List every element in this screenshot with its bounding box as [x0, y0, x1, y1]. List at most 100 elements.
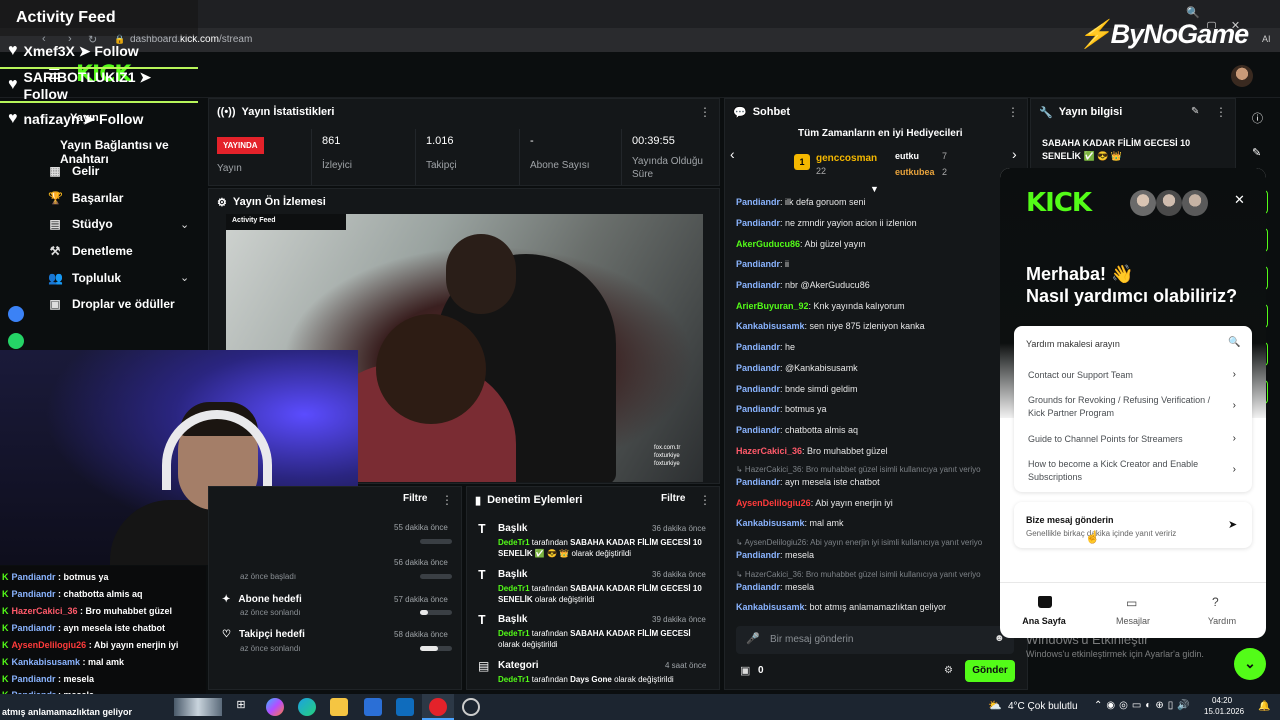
info-icon[interactable]: ⓘ: [1252, 110, 1263, 126]
chat-message[interactable]: Pandiandr: chatbotta almis aq: [736, 425, 858, 435]
chevron-right-icon[interactable]: ›: [1233, 433, 1236, 444]
notification-icon[interactable]: 🔔: [1258, 701, 1270, 712]
chat-message[interactable]: Pandiandr: @Kankabisusamk: [736, 363, 858, 373]
file-explorer-icon[interactable]: [330, 698, 348, 716]
prev-icon[interactable]: ‹: [730, 146, 735, 162]
home-icon[interactable]: [1038, 596, 1052, 608]
messenger-icon[interactable]: [8, 306, 24, 322]
close-icon[interactable]: ✕: [1234, 192, 1245, 208]
more-options-icon[interactable]: ⋮: [1215, 105, 1227, 119]
copilot-icon[interactable]: [266, 698, 284, 716]
chat-message[interactable]: Pandiandr: ii: [736, 259, 789, 269]
chevron-right-icon[interactable]: ›: [1233, 369, 1236, 380]
sidebar-item-moderation[interactable]: ⚒ Denetleme: [48, 244, 133, 258]
chevron-down-icon[interactable]: ⌄: [180, 218, 189, 231]
chat-username[interactable]: Kankabisusamk: [736, 602, 805, 612]
chat-username[interactable]: Pandiandr: [736, 582, 780, 592]
help-article-link[interactable]: Contact our Support Team: [1028, 369, 1228, 382]
goal-item[interactable]: ✦ Abone hedefi: [222, 594, 302, 605]
help-article-link[interactable]: How to become a Kick Creator and Enable …: [1028, 458, 1228, 484]
edit-icon[interactable]: ✎: [1191, 106, 1199, 117]
settings-icon[interactable]: ⚙: [944, 665, 953, 676]
sidebar-item-achievements[interactable]: 🏆 Başarılar: [48, 191, 123, 205]
store-icon[interactable]: [364, 698, 382, 716]
chat-username[interactable]: Pandiandr: [736, 550, 780, 560]
send-icon[interactable]: ➤: [1228, 518, 1237, 531]
chevron-down-icon[interactable]: ⌄: [1234, 648, 1266, 680]
app-icon[interactable]: [462, 698, 480, 716]
next-icon[interactable]: ›: [1012, 146, 1017, 162]
send-button[interactable]: Gönder: [965, 660, 1015, 682]
sidebar-item-revenue[interactable]: ▦ Gelir: [48, 164, 99, 178]
chat-message[interactable]: Kankabisusamk: bot atmış anlamamazlıktan…: [736, 602, 946, 612]
chat-message[interactable]: Pandiandr: ne zmndir yayion acion ii izl…: [736, 218, 917, 228]
chevron-right-icon[interactable]: ›: [1233, 464, 1236, 475]
task-view-icon[interactable]: ⊞: [232, 698, 250, 716]
chat-message[interactable]: Kankabisusamk: sen niye 875 izleniyon ka…: [736, 321, 925, 331]
goal-item[interactable]: ♡ Takipçi hedefi: [222, 629, 305, 640]
sidebar-item-studio[interactable]: ▤ Stüdyo: [48, 217, 112, 231]
chat-username[interactable]: Pandiandr: [736, 363, 780, 373]
chat-username[interactable]: Kankabisusamk: [736, 321, 805, 331]
help-icon[interactable]: ?: [1212, 595, 1219, 609]
outlook-icon[interactable]: [396, 698, 414, 716]
chat-message[interactable]: HazerCakici_36: Bro muhabbet güzel: [736, 446, 888, 456]
chat-message[interactable]: Kankabisusamk: mal amk: [736, 518, 844, 528]
chat-message[interactable]: ArierBuyuran_92: Knk yayında kalıyorum: [736, 301, 905, 311]
sidebar-item-community[interactable]: 👥 Topluluk: [48, 271, 121, 285]
chat-message[interactable]: Pandiandr: bnde simdi geldim: [736, 384, 858, 394]
chat-username[interactable]: Pandiandr: [736, 384, 780, 394]
more-options-icon[interactable]: ⋮: [699, 105, 711, 119]
gifter-name[interactable]: eutku: [895, 151, 919, 161]
chat-message[interactable]: Pandiandr: he: [736, 342, 795, 352]
tab-home[interactable]: Ana Sayfa: [1000, 616, 1088, 626]
chat-message[interactable]: Pandiandr: botmus ya: [736, 404, 827, 414]
chat-username[interactable]: AkerGuducu86: [736, 239, 800, 249]
chat-message[interactable]: Pandiandr: mesela: [736, 582, 814, 592]
chat-message[interactable]: Pandiandr: mesela: [736, 550, 814, 560]
help-article-link[interactable]: Guide to Channel Points for Streamers: [1028, 433, 1228, 446]
chevron-right-icon[interactable]: ›: [1233, 400, 1236, 411]
chat-message[interactable]: Pandiandr: ayn mesela iste chatbot: [736, 477, 880, 487]
tab-messages[interactable]: Mesajlar: [1089, 616, 1177, 626]
chat-username[interactable]: Kankabisusamk: [736, 518, 805, 528]
tab-help[interactable]: Yardım: [1178, 616, 1266, 626]
chat-message[interactable]: AysenDelilogiu26: Abi yayın enerjin iyi: [736, 498, 893, 508]
chat-username[interactable]: Pandiandr: [736, 280, 780, 290]
taskbar-thumbnail[interactable]: [174, 698, 222, 716]
avatar[interactable]: [1231, 65, 1253, 87]
chat-message[interactable]: Pandiandr: nbr @AkerGuducu86: [736, 280, 870, 290]
opera-icon[interactable]: [429, 698, 447, 716]
chat-username[interactable]: Pandiandr: [736, 259, 780, 269]
more-options-icon[interactable]: ⋮: [441, 493, 453, 507]
ai-label[interactable]: AI: [1262, 34, 1271, 44]
send-message-card[interactable]: Bize mesaj gönderin Genellikle birkaç da…: [1014, 502, 1252, 548]
gifter-name[interactable]: genccosman: [816, 153, 877, 164]
more-options-icon[interactable]: ⋮: [1007, 105, 1019, 119]
chat-message[interactable]: Pandiandr: ilk defa goruom seni: [736, 197, 866, 207]
chat-username[interactable]: Pandiandr: [736, 404, 780, 414]
chat-message[interactable]: AkerGuducu86: Abi güzel yayın: [736, 239, 866, 249]
sidebar-item-stream-key[interactable]: Yayın Bağlantısı ve Anahtarı: [60, 138, 206, 166]
messages-icon[interactable]: ▭: [1126, 596, 1137, 610]
weather-text[interactable]: 4°C Çok bulutlu: [1008, 701, 1078, 712]
edge-icon[interactable]: [298, 698, 316, 716]
filter-button[interactable]: Filtre: [403, 493, 427, 504]
tray-icons[interactable]: ⌃◉◎▭◐⊕▯🔊: [1094, 700, 1194, 711]
chat-username[interactable]: AysenDelilogiu26: [736, 498, 811, 508]
chat-username[interactable]: Pandiandr: [736, 218, 780, 228]
chevron-down-icon[interactable]: ⌄: [180, 271, 189, 284]
help-article-link[interactable]: Grounds for Revoking / Refusing Verifica…: [1028, 394, 1228, 420]
whatsapp-icon[interactable]: [8, 333, 24, 349]
chat-username[interactable]: HazerCakici_36: [736, 446, 802, 456]
gifter-name[interactable]: eutkubea: [895, 167, 935, 177]
pen-icon[interactable]: ✎: [1252, 146, 1261, 159]
microphone-icon[interactable]: 🎤: [746, 632, 760, 645]
filter-icon[interactable]: ▼: [870, 184, 879, 194]
chat-username[interactable]: ArierBuyuran_92: [736, 301, 809, 311]
chat-username[interactable]: Pandiandr: [736, 425, 780, 435]
chat-username[interactable]: Pandiandr: [736, 342, 780, 352]
more-options-icon[interactable]: ⋮: [699, 493, 711, 507]
clock-date[interactable]: 15.01.2026: [1204, 707, 1244, 716]
sidebar-item-drops[interactable]: ▣ Droplar ve ödüller: [48, 297, 174, 311]
